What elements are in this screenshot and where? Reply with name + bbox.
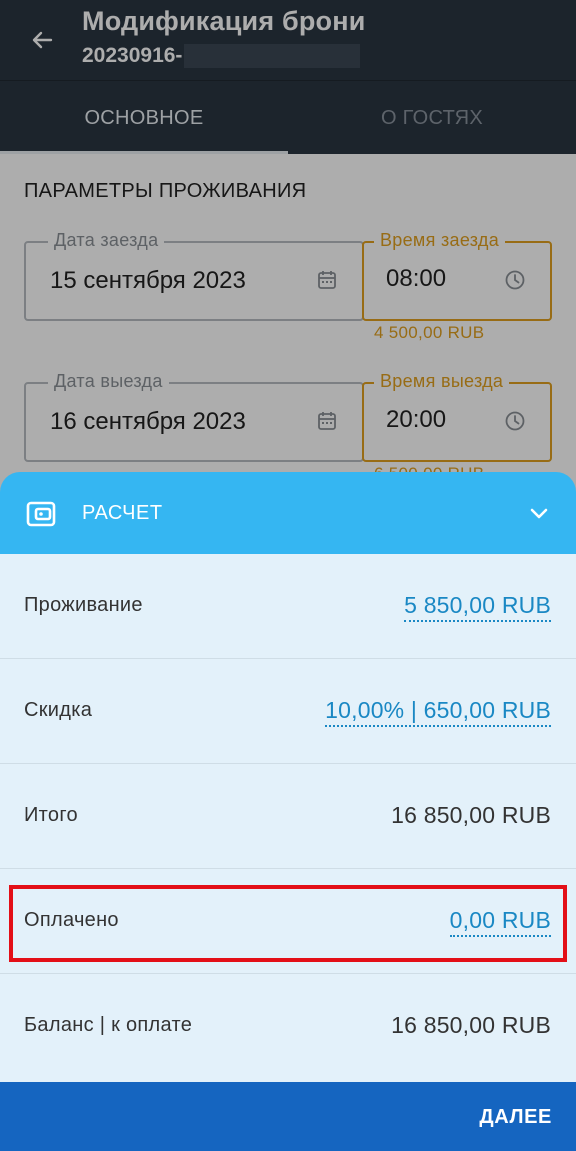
paid-row-highlight — [9, 885, 567, 962]
chevron-down-icon[interactable] — [528, 502, 550, 524]
calc-row-label: Баланс | к оплате — [24, 1014, 193, 1036]
calculation-body: Проживание 5 850,00 RUB Скидка 10,00% | … — [0, 554, 576, 1082]
calculation-sheet: РАСЧЕТ Проживание 5 850,00 RUB Скидка 10… — [0, 472, 576, 1151]
calc-row-label: Итого — [24, 804, 78, 826]
next-button-label: ДАЛЕЕ — [479, 1106, 552, 1128]
total-amount: 16 850,00 RUB — [391, 802, 551, 828]
calculation-header[interactable]: РАСЧЕТ — [0, 472, 576, 554]
next-button[interactable]: ДАЛЕЕ — [0, 1082, 576, 1151]
calculation-title: РАСЧЕТ — [82, 502, 163, 524]
calc-row-discount: Скидка 10,00% | 650,00 RUB — [0, 659, 576, 764]
discount-amount-link[interactable]: 10,00% | 650,00 RUB — [325, 697, 551, 727]
calc-row-label: Проживание — [24, 594, 143, 616]
wallet-icon — [26, 501, 56, 527]
calc-row-accommodation: Проживание 5 850,00 RUB — [0, 554, 576, 659]
accommodation-amount-link[interactable]: 5 850,00 RUB — [404, 592, 551, 622]
calc-row-label: Скидка — [24, 699, 93, 721]
balance-amount: 16 850,00 RUB — [391, 1012, 551, 1038]
calc-row-total: Итого 16 850,00 RUB — [0, 764, 576, 869]
booking-modification-screen: Модификация брони 20230916- ОСНОВНОЕ О Г… — [0, 0, 576, 1151]
calc-row-balance: Баланс | к оплате 16 850,00 RUB — [0, 974, 576, 1079]
